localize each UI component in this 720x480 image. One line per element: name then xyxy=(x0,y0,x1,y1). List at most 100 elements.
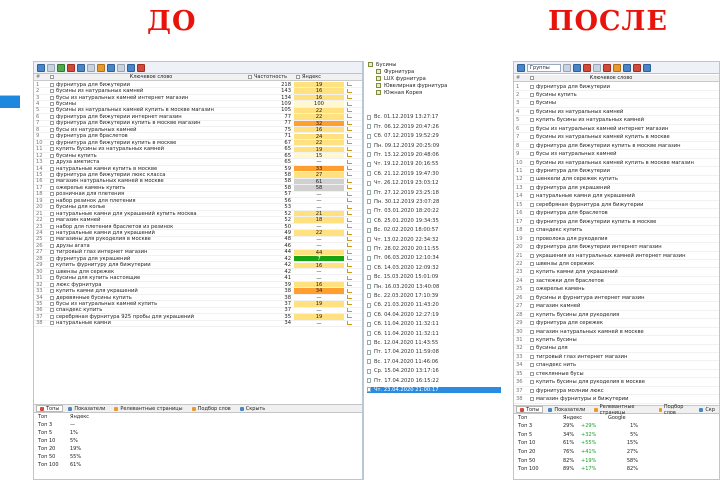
chart-icon[interactable] xyxy=(346,140,352,145)
row-checkbox[interactable] xyxy=(530,253,534,258)
chart-icon[interactable] xyxy=(346,159,352,165)
chart-icon[interactable] xyxy=(346,88,352,94)
chart-icon[interactable] xyxy=(346,166,352,171)
date-item[interactable]: Чт. 23.04.2020 21:00:17 xyxy=(367,386,501,394)
row-checkbox[interactable] xyxy=(530,143,534,148)
row-checkbox[interactable] xyxy=(50,108,54,113)
tab-3[interactable]: Подбор слов xyxy=(655,404,695,416)
row-checkbox[interactable] xyxy=(50,192,54,197)
row-checkbox[interactable] xyxy=(530,371,534,376)
tab-4[interactable]: Скрыть xyxy=(236,405,270,412)
date-item[interactable]: Сб. 07.12.2019 19:52:29 xyxy=(367,133,501,140)
row-checkbox[interactable] xyxy=(530,152,534,157)
date-item[interactable]: Чт. 13.02.2020 22:34:32 xyxy=(367,236,501,243)
row-checkbox[interactable] xyxy=(530,219,534,224)
table-row[interactable]: 14 натуральные камни для украшений xyxy=(514,193,719,201)
chart-icon[interactable] xyxy=(346,211,352,216)
row-checkbox[interactable] xyxy=(50,185,54,190)
table-row[interactable]: 31 купить бусины xyxy=(514,337,719,345)
table-row[interactable]: 12 шенкели для сережек купить xyxy=(514,176,719,184)
chart-icon[interactable] xyxy=(346,301,352,306)
table-row[interactable]: 33 тигровый глаз интернет магазин xyxy=(514,353,719,362)
row-checkbox[interactable] xyxy=(530,329,534,334)
table-row[interactable]: 23 купить камни для украшений xyxy=(514,269,719,277)
date-item[interactable]: Пт. 06.03.2020 12:10:34 xyxy=(367,255,501,262)
date-item[interactable]: Пт. 28.02.2020 20:11:55 xyxy=(367,246,501,253)
date-item[interactable]: Вс. 15.03.2020 15:01:09 xyxy=(367,274,501,281)
tab-0[interactable]: Топы xyxy=(36,405,64,412)
row-checkbox[interactable] xyxy=(50,205,54,210)
row-checkbox[interactable] xyxy=(50,250,54,255)
chart-icon[interactable] xyxy=(346,256,352,261)
tree-item[interactable]: Бусины xyxy=(368,61,396,68)
date-item[interactable]: Пт. 06.12.2019 20:47:26 xyxy=(367,123,501,130)
row-checkbox[interactable] xyxy=(530,126,534,131)
table-row[interactable]: 3 бусины xyxy=(514,100,719,108)
select-all-checkbox[interactable] xyxy=(50,75,54,79)
chart-icon[interactable] xyxy=(346,243,352,248)
tree-item[interactable]: Южная Корея xyxy=(376,89,422,96)
table-row[interactable]: 6 бусы из натуральных камней интернет маг… xyxy=(514,125,719,134)
chart-icon[interactable] xyxy=(346,295,352,300)
row-checkbox[interactable] xyxy=(530,236,534,241)
date-item[interactable]: Сб. 11.04.2020 11:32:11 xyxy=(367,321,501,328)
table-row[interactable]: 9 бусы из натуральных камней xyxy=(514,151,719,159)
date-item[interactable]: Пт. 27.12.2019 23:25:18 xyxy=(367,189,501,196)
row-checkbox[interactable] xyxy=(530,380,534,385)
row-checkbox[interactable] xyxy=(530,185,534,190)
keyword-column-header[interactable]: Ключевое слово xyxy=(536,75,686,81)
row-checkbox[interactable] xyxy=(530,261,534,266)
table-row[interactable]: 2 бусины купить xyxy=(514,91,719,100)
export-icon[interactable] xyxy=(97,63,105,72)
row-checkbox[interactable] xyxy=(530,194,534,199)
table-row[interactable]: 21 украшения из натуральных камней интерн… xyxy=(514,252,719,260)
search-icon[interactable] xyxy=(107,63,115,72)
settings-icon[interactable] xyxy=(117,63,125,72)
chart-icon[interactable] xyxy=(346,114,352,119)
chart-icon[interactable] xyxy=(346,320,352,326)
tab-2[interactable]: Релевантные страницы xyxy=(110,405,186,412)
table-row[interactable]: 24 застежки для браслетов xyxy=(514,277,719,286)
date-item[interactable]: Пн. 30.12.2019 23:07:28 xyxy=(367,199,501,206)
delete-icon[interactable] xyxy=(583,63,591,72)
row-checkbox[interactable] xyxy=(530,321,534,326)
yandex-column-header[interactable]: Яндекс xyxy=(302,74,342,80)
row-checkbox[interactable] xyxy=(50,134,54,139)
row-checkbox[interactable] xyxy=(50,218,54,223)
row-checkbox[interactable] xyxy=(50,102,54,107)
table-row[interactable]: 34 спандекс нить xyxy=(514,362,719,370)
chart-icon[interactable] xyxy=(346,101,352,107)
table-icon[interactable] xyxy=(517,63,525,72)
date-item[interactable]: Чт. 19.12.2019 20:16:55 xyxy=(367,161,501,168)
table-row[interactable]: 32 бусины для xyxy=(514,345,719,353)
row-checkbox[interactable] xyxy=(530,135,534,140)
row-checkbox[interactable] xyxy=(530,363,534,368)
row-checkbox[interactable] xyxy=(530,109,534,114)
table-row[interactable]: 25 ожерелье камень xyxy=(514,286,719,294)
row-checkbox[interactable] xyxy=(50,282,54,287)
table-row[interactable]: 18 спандекс купить xyxy=(514,227,719,235)
row-checkbox[interactable] xyxy=(530,304,534,309)
row-checkbox[interactable] xyxy=(530,388,534,393)
row-checkbox[interactable] xyxy=(530,354,534,359)
add-icon[interactable] xyxy=(57,63,65,72)
row-checkbox[interactable] xyxy=(530,338,534,342)
date-item[interactable]: Ср. 15.04.2020 13:17:16 xyxy=(367,368,501,375)
yandex-checkbox[interactable] xyxy=(296,75,300,79)
chart-icon[interactable] xyxy=(346,178,352,184)
date-item[interactable]: Сб. 25.01.2020 19:34:35 xyxy=(367,217,501,224)
row-checkbox[interactable] xyxy=(50,121,54,126)
row-checkbox[interactable] xyxy=(530,270,534,275)
table-row[interactable]: 8 фурнитура для бижутерии купить в москве… xyxy=(514,142,719,151)
date-item[interactable]: Пт. 13.12.2019 20:48:06 xyxy=(367,152,501,159)
filter-icon[interactable] xyxy=(563,63,571,72)
row-checkbox[interactable] xyxy=(50,179,54,184)
row-checkbox[interactable] xyxy=(530,278,534,283)
row-checkbox[interactable] xyxy=(50,314,54,319)
export-icon[interactable] xyxy=(613,63,621,72)
chart-icon[interactable] xyxy=(346,146,352,152)
row-checkbox[interactable] xyxy=(530,287,534,292)
table-row[interactable]: 5 купить бусины из натуральных камней xyxy=(514,117,719,125)
chart-icon[interactable] xyxy=(346,204,352,210)
row-checkbox[interactable] xyxy=(530,169,534,173)
